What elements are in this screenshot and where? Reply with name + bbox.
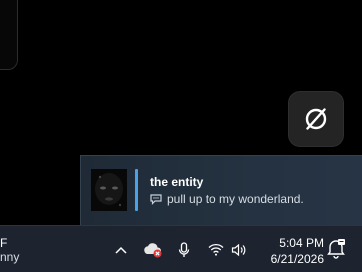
weather-description: nny (0, 250, 20, 264)
taskbar: F nny 5:04 PM 6/21/2026 (0, 225, 362, 272)
weather-widget[interactable]: F nny (0, 236, 19, 264)
wifi-button[interactable] (206, 226, 226, 272)
sender-avatar (91, 169, 127, 211)
background-window-edge[interactable] (0, 0, 18, 70)
notification-accent-bar (135, 169, 138, 211)
cloud-status-button[interactable] (141, 226, 165, 272)
wifi-icon (208, 243, 224, 256)
notification-title: the entity (150, 175, 204, 189)
chat-bubble-icon (150, 193, 162, 205)
app-tile-button[interactable] (288, 91, 344, 147)
desktop: the entity pull up to my wonderland. (0, 0, 362, 225)
clock-date: 6/21/2026 (270, 252, 324, 266)
clock-time: 5:04 PM (279, 236, 324, 250)
notification-center-button[interactable] (326, 238, 346, 260)
volume-button[interactable] (229, 226, 249, 272)
weather-temperature: F (0, 236, 8, 250)
notification-bell-icon (327, 239, 345, 259)
notification-message-row: pull up to my wonderland. (150, 192, 304, 206)
notification-message: pull up to my wonderland. (167, 192, 304, 206)
clock-button[interactable]: 5:04 PM 6/21/2026 (262, 235, 324, 267)
speaker-icon (231, 243, 246, 256)
tray-overflow-button[interactable] (111, 226, 131, 272)
microphone-icon (178, 241, 190, 257)
chevron-up-icon (115, 246, 127, 254)
cloud-error-icon (144, 242, 162, 257)
no-symbol-icon (305, 108, 327, 130)
notification-toast[interactable]: the entity pull up to my wonderland. (80, 155, 362, 225)
microphone-button[interactable] (175, 226, 193, 272)
